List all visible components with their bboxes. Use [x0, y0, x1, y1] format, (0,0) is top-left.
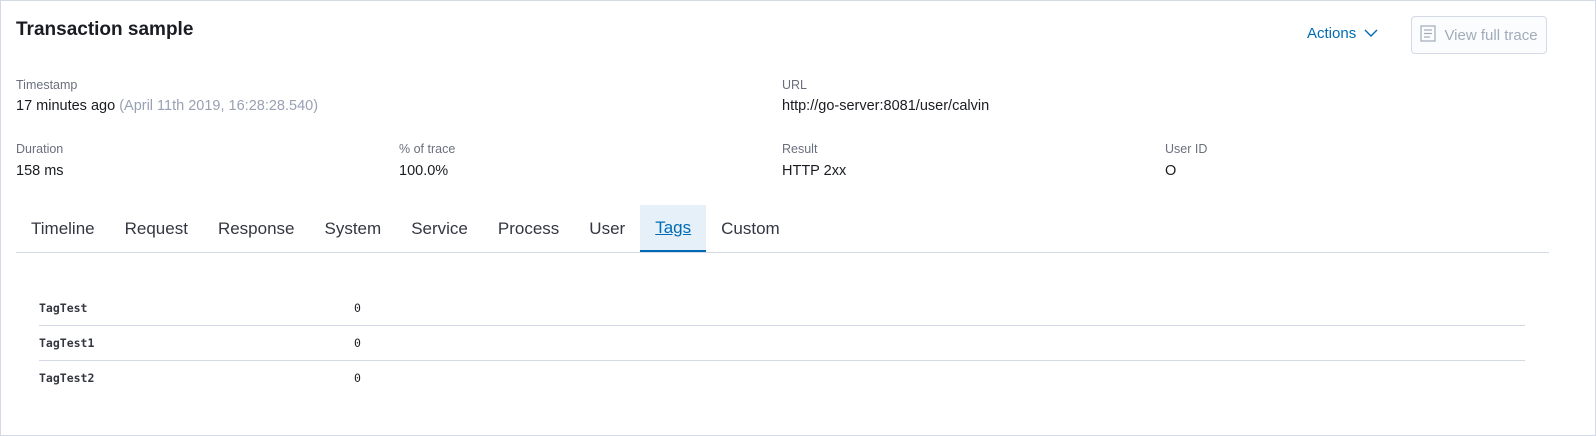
- tab-bar: Timeline Request Response System Service…: [16, 205, 1549, 253]
- tag-key: TagTest1: [39, 336, 95, 350]
- timestamp-absolute: (April 11th 2019, 16:28:28.540): [119, 98, 319, 114]
- tag-value: 0: [354, 336, 361, 350]
- timestamp-label: Timestamp: [16, 78, 78, 92]
- tab-service[interactable]: Service: [396, 205, 483, 252]
- table-row: TagTest2 0: [39, 361, 1525, 395]
- tab-process[interactable]: Process: [483, 205, 574, 252]
- result-label: Result: [782, 142, 818, 156]
- tab-system[interactable]: System: [310, 205, 397, 252]
- percent-of-trace-value: 100.0%: [399, 163, 449, 179]
- view-full-trace-label: View full trace: [1444, 26, 1538, 44]
- page-title: Transaction sample: [16, 19, 194, 40]
- tag-key: TagTest: [39, 301, 88, 315]
- url-label: URL: [782, 78, 808, 92]
- tag-value: 0: [354, 301, 361, 315]
- user-id-value: O: [1165, 163, 1177, 179]
- url-value: http://go-server:8081/user/calvin: [782, 98, 990, 114]
- tag-value: 0: [354, 371, 361, 385]
- actions-label: Actions: [1307, 25, 1357, 42]
- actions-dropdown-button[interactable]: Actions: [1307, 25, 1378, 42]
- view-full-trace-button[interactable]: View full trace: [1411, 16, 1547, 54]
- user-id-label: User ID: [1165, 142, 1208, 156]
- table-row: TagTest1 0: [39, 326, 1525, 361]
- transaction-sample-panel: Transaction sample Actions View full tra…: [0, 0, 1596, 436]
- tag-key: TagTest2: [39, 371, 95, 385]
- percent-of-trace-label: % of trace: [399, 142, 456, 156]
- duration-label: Duration: [16, 142, 64, 156]
- duration-value: 158 ms: [16, 163, 64, 179]
- tab-user[interactable]: User: [574, 205, 640, 252]
- tab-timeline[interactable]: Timeline: [16, 205, 110, 252]
- tab-custom[interactable]: Custom: [706, 205, 795, 252]
- chevron-down-icon: [1364, 25, 1378, 42]
- tab-request[interactable]: Request: [110, 205, 203, 252]
- timestamp-value: 17 minutes ago (April 11th 2019, 16:28:2…: [16, 98, 318, 114]
- document-icon: [1420, 24, 1437, 46]
- timestamp-relative: 17 minutes ago: [16, 98, 116, 114]
- tab-response[interactable]: Response: [203, 205, 310, 252]
- result-value: HTTP 2xx: [782, 163, 847, 179]
- table-row: TagTest 0: [39, 291, 1525, 326]
- tags-table: TagTest 0 TagTest1 0 TagTest2 0: [39, 291, 1525, 395]
- tab-tags[interactable]: Tags: [640, 205, 707, 252]
